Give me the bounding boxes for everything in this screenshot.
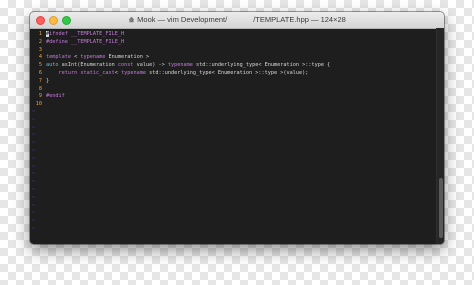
code-line[interactable]: 6 return static_cast< typename std::unde… (30, 70, 444, 78)
code-line[interactable]: 3 (30, 47, 444, 55)
tilde-marker: ~ (32, 225, 36, 232)
code-token: const (117, 62, 134, 69)
code-token: return (58, 69, 78, 76)
code-line[interactable]: 10 (30, 101, 444, 109)
code-token: std::underlying_type< Enumeration >::typ… (145, 69, 309, 76)
empty-buffer-line: ~ (30, 140, 444, 148)
code-token: value) -> (133, 62, 168, 69)
code-token: auto (46, 62, 59, 69)
code-line[interactable]: 7} (30, 78, 444, 86)
code-text[interactable]: return static_cast< typename std::underl… (46, 69, 309, 78)
code-token: typename (120, 69, 146, 76)
tilde-marker: ~ (32, 132, 36, 139)
line-number: 6 (38, 69, 42, 76)
code-token: asInt(Enumeration (58, 62, 118, 69)
code-line[interactable]: 9 #endif (30, 93, 444, 101)
line-number: 7 (38, 77, 42, 84)
tilde-marker: ~ (32, 124, 36, 131)
code-line[interactable]: 4 template < typename Enumeration > (30, 54, 444, 62)
line-number: 5 (38, 62, 42, 69)
window-title: Mook — vim Development/ /TEMPLATE.hpp — 1… (30, 12, 444, 28)
empty-buffer-line: ~ (30, 125, 444, 133)
line-number: 8 (38, 85, 42, 92)
vim-editor[interactable]: 1 #ifndef __TEMPLATE_FILE_H 2 #define __TEM… (30, 29, 444, 244)
code-text[interactable]: } (46, 78, 49, 86)
tilde-marker: ~ (32, 171, 36, 178)
tilde-marker: ~ (32, 147, 36, 154)
tilde-marker: ~ (32, 186, 36, 193)
empty-buffer-line: ~ (30, 210, 444, 218)
empty-buffer-line: ~ (30, 218, 444, 226)
tilde-marker: ~ (32, 218, 36, 225)
tilde-marker: ~ (32, 163, 36, 170)
code-token: Enumeration > (105, 54, 150, 61)
scrollbar-thumb[interactable] (439, 178, 443, 238)
line-number: 3 (38, 46, 42, 53)
window-title-left: Mook — vim Development/ (137, 15, 228, 24)
code-text[interactable]: #ifndef __TEMPLATE_FILE_H (46, 31, 124, 39)
code-token: } (46, 77, 50, 84)
empty-buffer-line: ~ (30, 117, 444, 125)
code-text[interactable]: auto asInt(Enumeration const value) -> t… (46, 62, 330, 70)
tilde-marker: ~ (32, 155, 36, 162)
code-token: ifndef __TEMPLATE_FILE_H (49, 31, 125, 37)
tilde-marker: ~ (32, 210, 36, 217)
code-line[interactable]: 8 (30, 86, 444, 94)
code-token: template (46, 54, 71, 61)
code-token: typename (80, 54, 106, 61)
line-number: 2 (38, 38, 42, 45)
code-token: static_cast (80, 69, 115, 76)
code-token: #define __TEMPLATE_FILE_H (46, 38, 125, 45)
empty-buffer-line: ~ (30, 203, 444, 211)
code-token: < (71, 54, 81, 61)
code-token: #endif (46, 93, 65, 100)
empty-buffer-line: ~ (30, 148, 444, 156)
code-line[interactable]: 2 #define __TEMPLATE_FILE_H (30, 39, 444, 47)
line-number: 4 (38, 54, 42, 61)
code-token: typename (167, 62, 193, 69)
window-title-right: /TEMPLATE.hpp — 124×28 (253, 15, 346, 24)
code-line[interactable]: 1 #ifndef __TEMPLATE_FILE_H (30, 31, 444, 39)
home-folder-icon (128, 16, 135, 23)
code-text[interactable]: template < typename Enumeration > (46, 54, 149, 62)
line-number: 9 (38, 93, 42, 100)
empty-buffer-line: ~ (30, 132, 444, 140)
tilde-marker: ~ (32, 202, 36, 209)
line-number: 10 (35, 101, 42, 108)
line-number: 1 (38, 31, 42, 37)
tilde-marker: ~ (32, 140, 36, 147)
terminal-window[interactable]: Mook — vim Development/ /TEMPLATE.hpp — 1… (30, 12, 444, 244)
empty-buffer-line: ~ (30, 187, 444, 195)
empty-buffer-line: ~ (30, 109, 444, 117)
tilde-marker: ~ (32, 108, 36, 115)
code-text[interactable]: #endif (46, 93, 65, 101)
vertical-scrollbar[interactable] (436, 28, 444, 244)
empty-buffer-line: ~ (30, 164, 444, 172)
code-token: std::underlying_type< Enumeration >::typ… (192, 62, 331, 69)
tilde-marker: ~ (32, 179, 36, 186)
empty-buffer-line: ~ (30, 195, 444, 203)
tilde-marker: ~ (32, 194, 36, 201)
tilde-marker: ~ (32, 116, 36, 123)
empty-buffer-line: ~ (30, 179, 444, 187)
code-text[interactable]: #define __TEMPLATE_FILE_H (46, 39, 124, 47)
title-bar[interactable]: Mook — vim Development/ /TEMPLATE.hpp — 1… (30, 12, 444, 29)
empty-buffer-line: ~ (30, 171, 444, 179)
empty-buffer-line: ~ (30, 226, 444, 234)
code-line[interactable]: 5 auto asInt(Enumeration const value) -> … (30, 62, 444, 70)
empty-buffer-line: ~ (30, 156, 444, 164)
